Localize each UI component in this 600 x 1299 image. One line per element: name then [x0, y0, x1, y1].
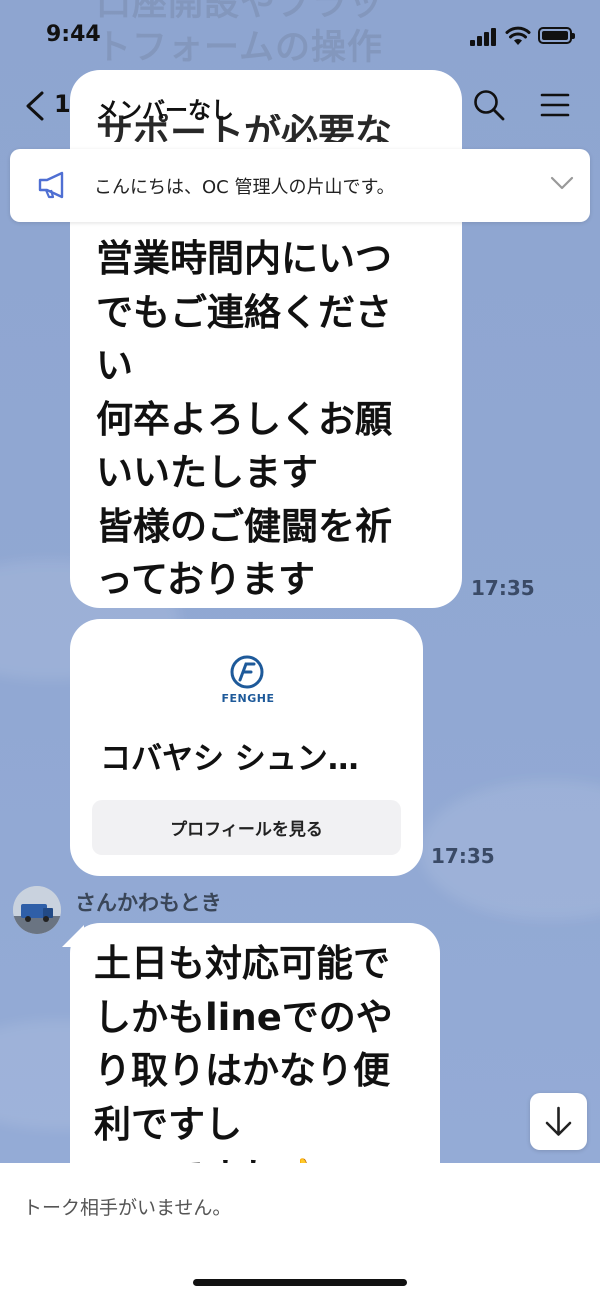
announcement-banner[interactable]: こんにちは、OC 管理人の片山です。: [10, 149, 590, 222]
back-unread-count[interactable]: 1: [54, 90, 71, 118]
signal-icon: [470, 28, 498, 46]
menu-icon[interactable]: [540, 92, 570, 118]
contact-card[interactable]: FENGHE コバヤシ シュン… プロフィールを見る: [70, 619, 423, 876]
no-members-notice: トーク相手がいません。: [23, 1197, 232, 1219]
battery-icon: [538, 27, 575, 44]
arrow-down-icon: [545, 1106, 572, 1136]
message-bubble[interactable]: 土日も対応可能で しかもlineでのや り取りはかなり便 利ですし いいですね👍: [70, 923, 440, 1163]
fenghe-logo: FENGHE: [220, 655, 276, 715]
chevron-down-icon[interactable]: [550, 175, 574, 191]
message-time: 17:35: [431, 844, 495, 868]
footer: トーク相手がいません。: [0, 1163, 600, 1299]
logo-text: FENGHE: [221, 692, 275, 705]
message-text: 土日も対応可能で しかもlineでのや り取りはかなり便 利ですし いいですね👍: [94, 942, 393, 1163]
contact-name: コバヤシ シュン…: [100, 741, 359, 777]
sender-name: さんかわもとき: [75, 891, 222, 915]
chat-title: メンバーなし: [96, 98, 234, 124]
status-time: 9:44: [46, 22, 101, 47]
scroll-to-bottom-button[interactable]: [530, 1093, 587, 1150]
wifi-icon: [505, 26, 531, 45]
message-text: 営業時間内にいつ でもご連絡くださ い 何卒よろしくお願 いいたします 皆様のご…: [96, 237, 392, 601]
avatar[interactable]: [13, 886, 61, 934]
search-icon[interactable]: [472, 88, 506, 122]
message-time: 17:35: [471, 576, 535, 600]
announcement-text: こんにちは、OC 管理人の片山です。: [94, 177, 395, 198]
chat-header: 1 メンバーなし: [0, 76, 600, 136]
home-indicator[interactable]: [193, 1279, 407, 1286]
view-profile-button[interactable]: プロフィールを見る: [92, 800, 401, 855]
status-bar: 9:44: [0, 0, 600, 74]
megaphone-icon: [38, 171, 64, 199]
back-chevron-icon[interactable]: [22, 90, 50, 122]
